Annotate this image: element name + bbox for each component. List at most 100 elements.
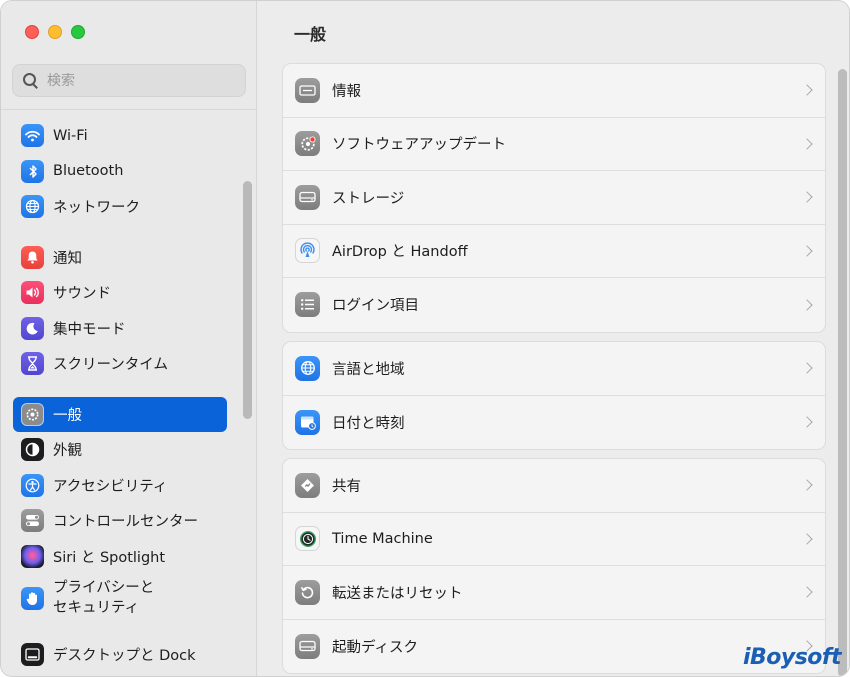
- settings-group-sharing: 共有 Time Machine 転送またはリセット 起動ディスク: [282, 458, 826, 674]
- airdrop-icon: [295, 238, 320, 264]
- sidebar-item-label: プライバシーと セキュリティ: [53, 580, 155, 616]
- chevron-right-icon: [801, 191, 813, 203]
- speaker-icon: [21, 281, 44, 305]
- appearance-icon: [21, 438, 44, 462]
- sidebar-item-label: スクリーンタイム: [53, 357, 168, 374]
- sidebar-item-notifications[interactable]: 通知: [13, 240, 227, 276]
- settings-window: Wi-Fi Bluetooth ネットワーク 通知: [0, 0, 850, 677]
- row-login-items[interactable]: ログイン項目: [283, 278, 825, 332]
- calendar-clock-icon: [295, 409, 320, 435]
- sidebar-item-label: 集中モード: [53, 321, 126, 338]
- storage-icon: [295, 184, 320, 210]
- login-items-icon: [295, 292, 320, 318]
- chevron-right-icon: [801, 416, 813, 428]
- sidebar-item-label: Wi-Fi: [53, 127, 88, 144]
- sidebar-item-screen-time[interactable]: スクリーンタイム: [13, 346, 227, 382]
- row-label: 日付と時刻: [332, 415, 405, 432]
- search-input[interactable]: [47, 72, 227, 89]
- row-language-region[interactable]: 言語と地域: [283, 342, 825, 396]
- sidebar-item-accessibility[interactable]: アクセシビリティ: [13, 468, 227, 504]
- control-center-icon: [21, 509, 44, 533]
- accessibility-icon: [21, 473, 44, 497]
- sidebar-list: Wi-Fi Bluetooth ネットワーク 通知 サウンド 集中モード スクリ…: [13, 118, 227, 673]
- sidebar-scrollbar[interactable]: [243, 181, 252, 419]
- startup-disk-icon: [295, 633, 320, 659]
- sidebar-item-label: Siri と Spotlight: [53, 549, 166, 566]
- sidebar-item-network[interactable]: ネットワーク: [13, 189, 227, 225]
- row-label: 言語と地域: [332, 361, 405, 378]
- sidebar-item-control-center[interactable]: コントロールセンター: [13, 503, 227, 539]
- main-pane: 一般 情報 ソフトウェアアップデート ストレージ AirDrop と Hando…: [258, 1, 849, 676]
- chevron-right-icon: [801, 362, 813, 374]
- row-label: 起動ディスク: [332, 639, 418, 656]
- sidebar-item-label: サウンド: [53, 286, 111, 303]
- close-window-button[interactable]: [25, 25, 39, 39]
- moon-icon: [21, 316, 44, 340]
- sidebar-divider: [1, 109, 256, 110]
- reset-icon: [295, 579, 320, 605]
- sidebar-item-appearance[interactable]: 外観: [13, 432, 227, 468]
- zoom-window-button[interactable]: [71, 25, 85, 39]
- sidebar-item-privacy-security[interactable]: プライバシーと セキュリティ: [13, 574, 227, 622]
- sidebar-item-focus[interactable]: 集中モード: [13, 311, 227, 347]
- sidebar-item-label: ネットワーク: [53, 200, 140, 217]
- wifi-icon: [21, 124, 44, 148]
- row-label: 共有: [332, 478, 361, 495]
- row-storage[interactable]: ストレージ: [283, 171, 825, 225]
- software-update-icon: [295, 131, 320, 157]
- sidebar-item-siri-spotlight[interactable]: Siri と Spotlight: [13, 539, 227, 575]
- row-label: ストレージ: [332, 190, 405, 207]
- gear-icon: [21, 402, 44, 426]
- sidebar-item-label: 一般: [53, 407, 82, 424]
- sidebar-item-bluetooth[interactable]: Bluetooth: [13, 154, 227, 190]
- bell-icon: [21, 245, 44, 269]
- sidebar-item-label: 通知: [53, 250, 82, 267]
- sidebar-item-label: 外観: [53, 443, 82, 460]
- chevron-right-icon: [801, 84, 813, 96]
- chevron-right-icon: [801, 586, 813, 598]
- sidebar-item-label: デスクトップと Dock: [53, 648, 196, 665]
- row-airdrop-handoff[interactable]: AirDrop と Handoff: [283, 225, 825, 278]
- watermark-logo: iBoysoft: [742, 645, 842, 670]
- chevron-right-icon: [801, 299, 813, 311]
- sharing-icon: [295, 472, 320, 498]
- sidebar-item-sound[interactable]: サウンド: [13, 275, 227, 311]
- row-label: AirDrop と Handoff: [332, 244, 468, 261]
- row-label: 情報: [332, 83, 361, 100]
- main-scrollbar[interactable]: [838, 69, 847, 676]
- page-title: 一般: [294, 25, 327, 44]
- chevron-right-icon: [801, 533, 813, 545]
- row-software-update[interactable]: ソフトウェアアップデート: [283, 118, 825, 171]
- time-machine-icon: [295, 526, 320, 552]
- row-date-time[interactable]: 日付と時刻: [283, 396, 825, 450]
- chevron-right-icon: [801, 245, 813, 257]
- sidebar-item-general[interactable]: 一般: [13, 396, 227, 432]
- sidebar-item-wifi[interactable]: Wi-Fi: [13, 118, 227, 154]
- minimize-window-button[interactable]: [48, 25, 62, 39]
- row-label: Time Machine: [332, 530, 433, 547]
- bluetooth-icon: [21, 159, 44, 183]
- search-field[interactable]: [12, 64, 246, 97]
- row-label: ログイン項目: [332, 298, 419, 315]
- hourglass-icon: [21, 352, 44, 376]
- info-icon: [295, 77, 320, 103]
- language-globe-icon: [295, 355, 320, 381]
- row-time-machine[interactable]: Time Machine: [283, 513, 825, 566]
- hand-icon: [21, 586, 44, 610]
- settings-group-system: 情報 ソフトウェアアップデート ストレージ AirDrop と Handoff …: [282, 63, 826, 333]
- settings-group-locale: 言語と地域 日付と時刻: [282, 341, 826, 450]
- sidebar-item-label: Bluetooth: [53, 163, 124, 180]
- row-about[interactable]: 情報: [283, 64, 825, 118]
- chevron-right-icon: [801, 479, 813, 491]
- sidebar: Wi-Fi Bluetooth ネットワーク 通知: [1, 1, 257, 676]
- dock-icon: [21, 643, 44, 667]
- search-icon: [22, 72, 39, 89]
- globe-icon: [21, 195, 44, 219]
- window-controls: [25, 25, 85, 39]
- row-label: ソフトウェアアップデート: [332, 137, 506, 154]
- siri-icon: [21, 544, 44, 568]
- row-label: 転送またはリセット: [332, 585, 463, 602]
- row-sharing[interactable]: 共有: [283, 459, 825, 513]
- row-transfer-reset[interactable]: 転送またはリセット: [283, 566, 825, 620]
- sidebar-item-desktop-dock[interactable]: デスクトップと Dock: [13, 637, 227, 673]
